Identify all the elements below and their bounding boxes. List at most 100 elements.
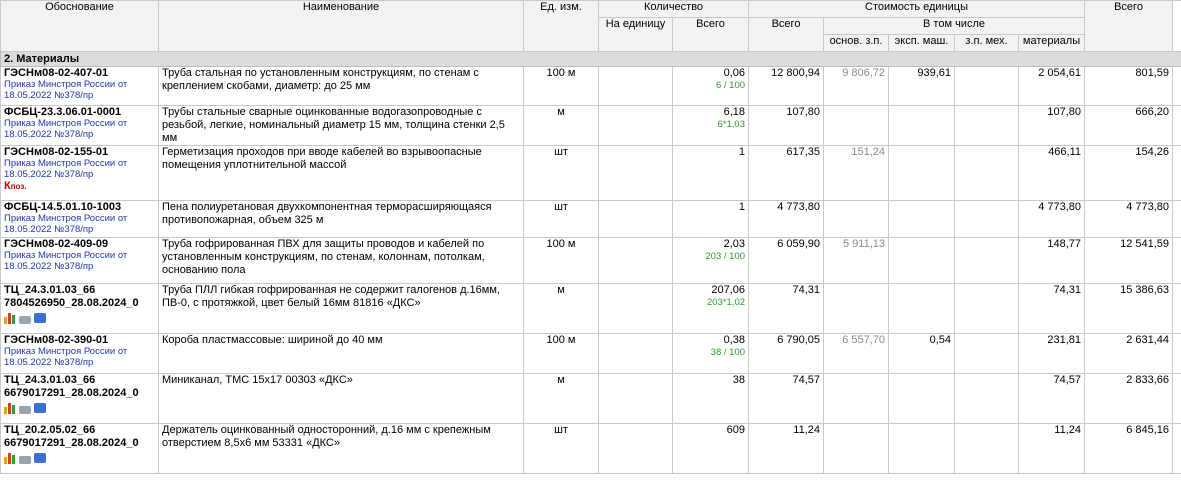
cell-grand-total[interactable]: 12 541,59 [1084,237,1174,284]
table-row[interactable]: ГЭСНм08-02-407-01 Приказ Минстроя России … [0,66,1181,106]
table-row[interactable]: ТЦ_20.2.05.02_66 6679017291_28.08.2024_0 Д… [0,423,1181,474]
cell-uc-total[interactable]: 617,35 [748,145,825,201]
cell-qty-total[interactable]: 609 [671,423,750,474]
cell-materials[interactable]: 4 773,80 [1018,200,1086,238]
cell-name[interactable]: Пена полиуретановая двухкомпонентная тер… [158,200,524,238]
kpoz-marker[interactable]: Кпоз. [4,180,155,192]
cell-name[interactable]: Трубы стальные сварные оцинкованные водо… [158,105,524,146]
header-uc-total[interactable]: Всего [748,17,825,52]
header-name[interactable]: Наименование [158,0,524,52]
cell-base-wage[interactable]: 6 557,70 [823,333,890,374]
cell-qty-per-unit[interactable] [598,105,673,146]
row-order-link[interactable]: Приказ Минстроя России от 18.05.2022 №37… [4,118,155,140]
cell-uc-total[interactable]: 6 790,05 [748,333,825,374]
row-order-link[interactable]: Приказ Минстроя России от 18.05.2022 №37… [4,79,155,101]
cell-qty-per-unit[interactable] [598,423,673,474]
cell-grand-total[interactable]: 801,59 [1084,66,1174,106]
row-order-link[interactable]: Приказ Минстроя России от 18.05.2022 №37… [4,158,155,180]
cell-materials[interactable]: 74,57 [1018,373,1086,424]
cell-uc-total[interactable]: 6 059,90 [748,237,825,284]
cell-unit[interactable]: шт [523,145,599,201]
cell-unit[interactable]: м [523,283,599,334]
cell-grand-total[interactable]: 154,26 [1084,145,1174,201]
printer-icon[interactable] [19,406,31,414]
cell-name[interactable]: Труба ПЛЛ гибкая гофрированная не содерж… [158,283,524,334]
cell-qty-total[interactable]: 0,38 38 / 100 [671,333,750,374]
cell-base-wage[interactable] [823,283,890,334]
user-icon[interactable] [34,313,46,323]
cell-basis[interactable]: ТЦ_24.3.01.03_66 7804526950_28.08.2024_0 [0,283,159,334]
section-row[interactable]: 2. Материалы [0,51,1181,67]
cell-base-wage[interactable]: 5 911,13 [823,237,890,284]
cell-qty-per-unit[interactable] [598,145,673,201]
cell-name[interactable]: Короба пластмассовые: шириной до 40 мм [158,333,524,374]
cell-grand-total[interactable]: 4 773,80 [1084,200,1174,238]
cell-name[interactable]: Миниканал, ТМС 15x17 00303 «ДКС» [158,373,524,424]
cell-base-wage[interactable] [823,200,890,238]
table-row[interactable]: ФСБЦ-14.5.01.10-1003 Приказ Минстроя Росс… [0,200,1181,238]
cell-basis[interactable]: ГЭСНм08-02-155-01 Приказ Минстроя России … [0,145,159,201]
cell-materials[interactable]: 148,77 [1018,237,1086,284]
cell-machine-wage[interactable] [954,373,1020,424]
cell-machine[interactable] [888,423,956,474]
cell-grand-total[interactable]: 15 386,63 [1084,283,1174,334]
table-row[interactable]: ФСБЦ-23.3.06.01-0001 Приказ Минстроя Росс… [0,105,1181,146]
user-icon[interactable] [34,403,46,413]
table-row[interactable]: ГЭСНм08-02-155-01 Приказ Минстроя России … [0,145,1181,201]
cell-basis[interactable]: ФСБЦ-14.5.01.10-1003 Приказ Минстроя Росс… [0,200,159,238]
row-order-link[interactable]: Приказ Минстроя России от 18.05.2022 №37… [4,346,155,368]
cell-machine[interactable] [888,373,956,424]
cell-base-wage[interactable] [823,373,890,424]
cell-machine-wage[interactable] [954,423,1020,474]
cell-qty-per-unit[interactable] [598,200,673,238]
header-unit[interactable]: Ед. изм. [523,0,599,52]
cell-unit[interactable]: м [523,373,599,424]
cell-machine[interactable] [888,145,956,201]
cell-basis[interactable]: ФСБЦ-23.3.06.01-0001 Приказ Минстроя Росс… [0,105,159,146]
cell-machine[interactable] [888,200,956,238]
table-row[interactable]: ГЭСНм08-02-409-09 Приказ Минстроя России … [0,237,1181,284]
cell-name[interactable]: Труба стальная по установленным конструк… [158,66,524,106]
chart-icon[interactable] [4,313,16,324]
cell-materials[interactable]: 466,11 [1018,145,1086,201]
cell-uc-total[interactable]: 107,80 [748,105,825,146]
cell-materials[interactable]: 2 054,61 [1018,66,1086,106]
cell-machine-wage[interactable] [954,105,1020,146]
printer-icon[interactable] [19,456,31,464]
header-machine-wage[interactable]: з.п. мех. [954,34,1020,52]
header-basis[interactable]: Обоснование [0,0,159,52]
cell-qty-total[interactable]: 0,06 6 / 100 [671,66,750,106]
cell-unit[interactable]: 100 м [523,333,599,374]
cell-machine-wage[interactable] [954,145,1020,201]
cell-qty-per-unit[interactable] [598,373,673,424]
cell-machine-wage[interactable] [954,237,1020,284]
header-incl[interactable]: В том числе [823,17,1086,35]
cell-machine[interactable]: 939,61 [888,66,956,106]
cell-machine-wage[interactable] [954,333,1020,374]
cell-qty-per-unit[interactable] [598,333,673,374]
cell-machine-wage[interactable] [954,283,1020,334]
cell-uc-total[interactable]: 4 773,80 [748,200,825,238]
cell-qty-total[interactable]: 6,18 6*1,03 [671,105,750,146]
cell-materials[interactable]: 74,31 [1018,283,1086,334]
header-materials[interactable]: материалы [1018,34,1086,52]
cell-machine[interactable]: 0,54 [888,333,956,374]
cell-base-wage[interactable]: 9 806,72 [823,66,890,106]
cell-qty-per-unit[interactable] [598,283,673,334]
cell-machine[interactable] [888,237,956,284]
cell-unit[interactable]: м [523,105,599,146]
cell-materials[interactable]: 231,81 [1018,333,1086,374]
header-machine[interactable]: эксп. маш. [888,34,956,52]
cell-machine-wage[interactable] [954,200,1020,238]
header-quantity[interactable]: Количество [597,0,750,18]
cell-grand-total[interactable]: 2 833,66 [1084,373,1174,424]
header-base-wage[interactable]: основ. з.п. [823,34,890,52]
cell-machine[interactable] [888,283,956,334]
table-row[interactable]: ГЭСНм08-02-390-01 Приказ Минстроя России … [0,333,1181,374]
cell-name[interactable]: Труба гофрированная ПВХ для защиты прово… [158,237,524,284]
cell-qty-total[interactable]: 2,03 203 / 100 [671,237,750,284]
cell-uc-total[interactable]: 12 800,94 [748,66,825,106]
cell-basis[interactable]: ГЭСНм08-02-409-09 Приказ Минстроя России … [0,237,159,284]
table-row[interactable]: ТЦ_24.3.01.03_66 7804526950_28.08.2024_0 Т… [0,283,1181,334]
cell-base-wage[interactable]: 151,24 [823,145,890,201]
